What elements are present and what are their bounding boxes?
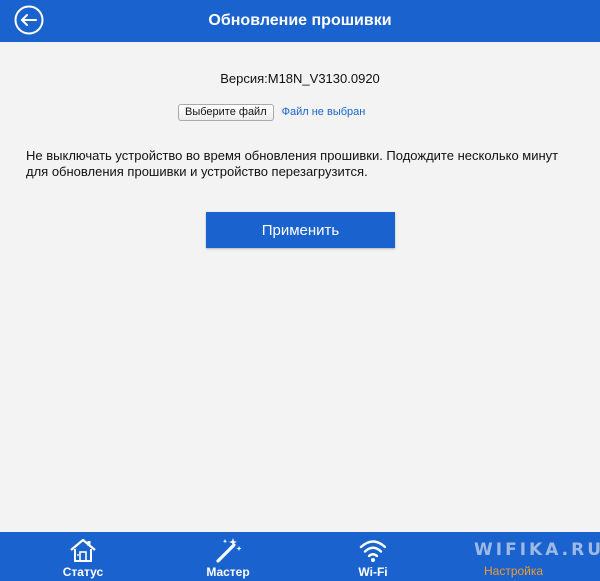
- apply-button[interactable]: Применить: [206, 212, 395, 248]
- home-icon: [70, 538, 96, 562]
- page-title: Обновление прошивки: [208, 12, 392, 29]
- nav-item-wifi[interactable]: Wi-Fi: [328, 532, 418, 581]
- update-warning-text: Не выключать устройство во время обновле…: [26, 148, 559, 179]
- nav-item-status[interactable]: Статус: [38, 532, 128, 581]
- file-picker: Выберите файл Файл не выбран: [178, 103, 365, 121]
- wifi-icon: [359, 540, 387, 562]
- choose-file-button[interactable]: Выберите файл: [178, 103, 274, 121]
- firmware-version: Версия:M18N_V3130.0920: [220, 71, 380, 86]
- nav-label-wifi: Wi-Fi: [358, 565, 388, 579]
- magic-wand-icon: [216, 538, 242, 563]
- site-watermark: WIFIKA.RU Настройка: [474, 536, 600, 580]
- nav-label-status: Статус: [62, 565, 104, 579]
- file-status-text: Файл не выбран: [281, 106, 366, 118]
- nav-item-wizard[interactable]: Мастер: [183, 532, 273, 581]
- watermark-site-name: WIFIKA.RU: [474, 540, 600, 560]
- watermark-subtitle: Настройка: [484, 564, 544, 578]
- nav-label-wizard: Мастер: [206, 565, 250, 579]
- firmware-update-page: Обновление прошивки Версия:M18N_V3130.09…: [0, 0, 600, 581]
- header-bar: Обновление прошивки: [0, 0, 600, 42]
